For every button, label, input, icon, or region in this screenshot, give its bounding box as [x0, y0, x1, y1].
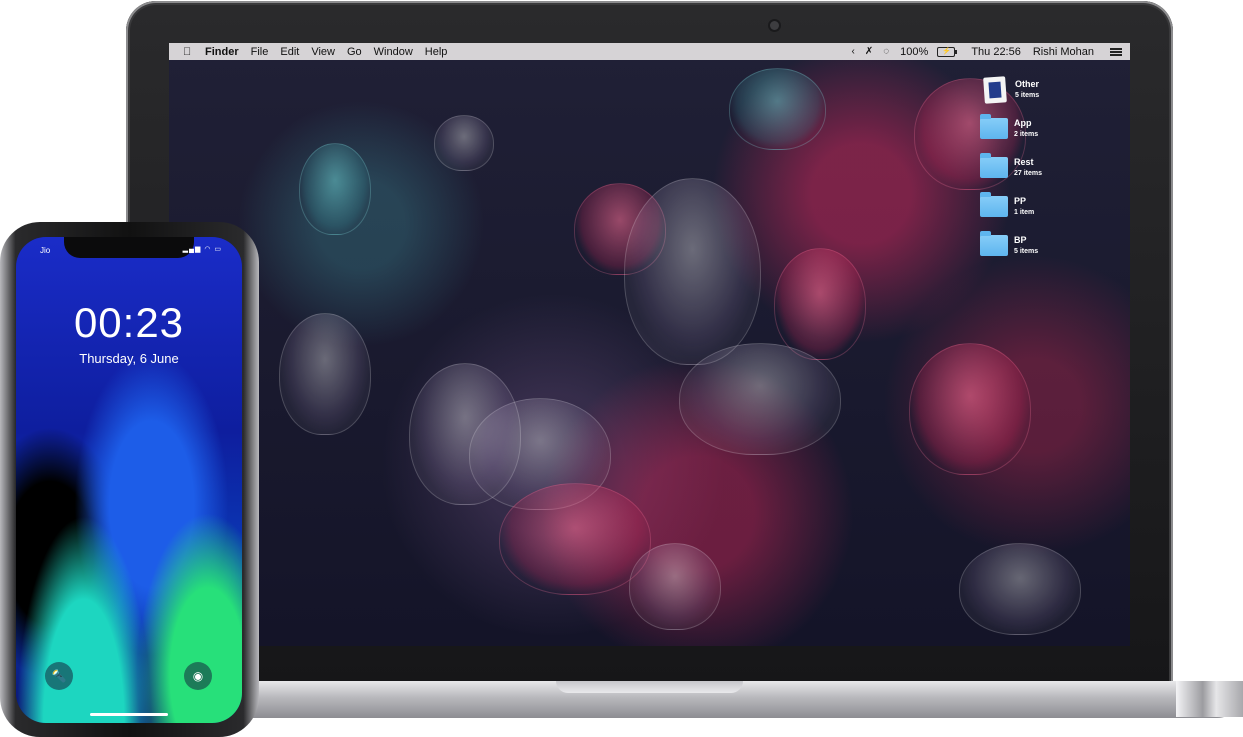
jellyfish	[679, 343, 841, 455]
desktop-item-rest[interactable]: Rest 27 items	[980, 148, 1072, 187]
jellyfish	[624, 178, 761, 365]
desktop-item-other[interactable]: Other 5 items	[980, 70, 1072, 109]
desktop-item-app[interactable]: App 2 items	[980, 109, 1072, 148]
menu-list-icon[interactable]	[1110, 47, 1122, 56]
camera-icon[interactable]: ◉	[184, 662, 212, 690]
lock-screen-time: 00:23	[73, 299, 185, 346]
menu-file[interactable]: File	[245, 46, 275, 58]
menu-clock[interactable]: Thu 22:56	[965, 46, 1027, 58]
desktop-item-pp[interactable]: PP 1 item	[980, 187, 1072, 226]
jellyfish	[774, 248, 866, 360]
flashlight-icon[interactable]: 🔦	[45, 662, 73, 690]
desktop-item-name: PP	[1014, 195, 1027, 206]
desktop-item-name: App	[1014, 117, 1032, 128]
phone-lock-screen: Jio ▂▄▆ ◠ ▭ 00:23 Thursday, 6 June 🔦 ◉	[16, 237, 242, 723]
laptop-opening-notch	[556, 681, 743, 693]
battery-icon[interactable]: ⚡	[937, 46, 958, 57]
jellyfish	[909, 343, 1031, 475]
jellyfish	[499, 483, 651, 595]
desktop-item-name: Rest	[1014, 156, 1034, 167]
desktop-item-count: 27 items	[1014, 169, 1043, 177]
jellyfish	[299, 143, 371, 235]
jellyfish	[959, 543, 1081, 635]
desktop-item-count: 2 items	[1014, 130, 1039, 138]
desktop-item-count: 5 items	[1015, 91, 1040, 99]
image-stack-icon	[983, 75, 1007, 104]
menu-view[interactable]: View	[305, 46, 341, 58]
menu-user-name[interactable]: Rishi Mohan	[1027, 46, 1100, 58]
jellyfish	[434, 115, 494, 171]
chevron-left-icon[interactable]: ‹	[846, 46, 859, 57]
desktop-item-name: BP	[1014, 234, 1027, 245]
menu-window[interactable]: Window	[368, 46, 419, 58]
signal-wifi-battery-icon: ▂▄▆ ◠ ▭	[182, 246, 222, 253]
phone-notch	[64, 237, 194, 258]
desktop-icons: Other 5 items App 2 items Rest 27 items …	[980, 70, 1072, 265]
lock-screen-date: Thursday, 6 June	[79, 351, 179, 366]
app-menu-finder[interactable]: Finder	[199, 46, 245, 58]
menu-help[interactable]: Help	[419, 46, 454, 58]
folder-icon	[980, 153, 1008, 178]
mac-screen:  Finder File Edit View Go Window Help ‹…	[169, 43, 1130, 646]
home-indicator[interactable]	[90, 713, 168, 716]
webcam	[770, 21, 779, 30]
menu-edit[interactable]: Edit	[274, 46, 305, 58]
folder-icon	[980, 114, 1008, 139]
desktop-item-count: 5 items	[1014, 247, 1039, 255]
desktop-item-bp[interactable]: BP 5 items	[980, 226, 1072, 265]
wifi-icon[interactable]: ◌	[878, 46, 894, 57]
carrier-label: Jio	[40, 246, 51, 255]
menu-go[interactable]: Go	[341, 46, 368, 58]
folder-icon	[980, 192, 1008, 217]
desktop-item-name: Other	[1015, 78, 1040, 89]
folder-icon	[980, 231, 1008, 256]
bluetooth-icon[interactable]: ✗	[860, 46, 878, 57]
laptop-base-edge	[1176, 681, 1243, 717]
desktop-item-count: 1 item	[1014, 208, 1035, 216]
jellyfish	[279, 313, 371, 435]
battery-percent[interactable]: 100%	[894, 46, 934, 58]
apple-icon[interactable]: 	[169, 46, 199, 58]
jellyfish	[409, 363, 521, 505]
menu-bar:  Finder File Edit View Go Window Help ‹…	[169, 43, 1130, 60]
jellyfish	[729, 68, 826, 150]
